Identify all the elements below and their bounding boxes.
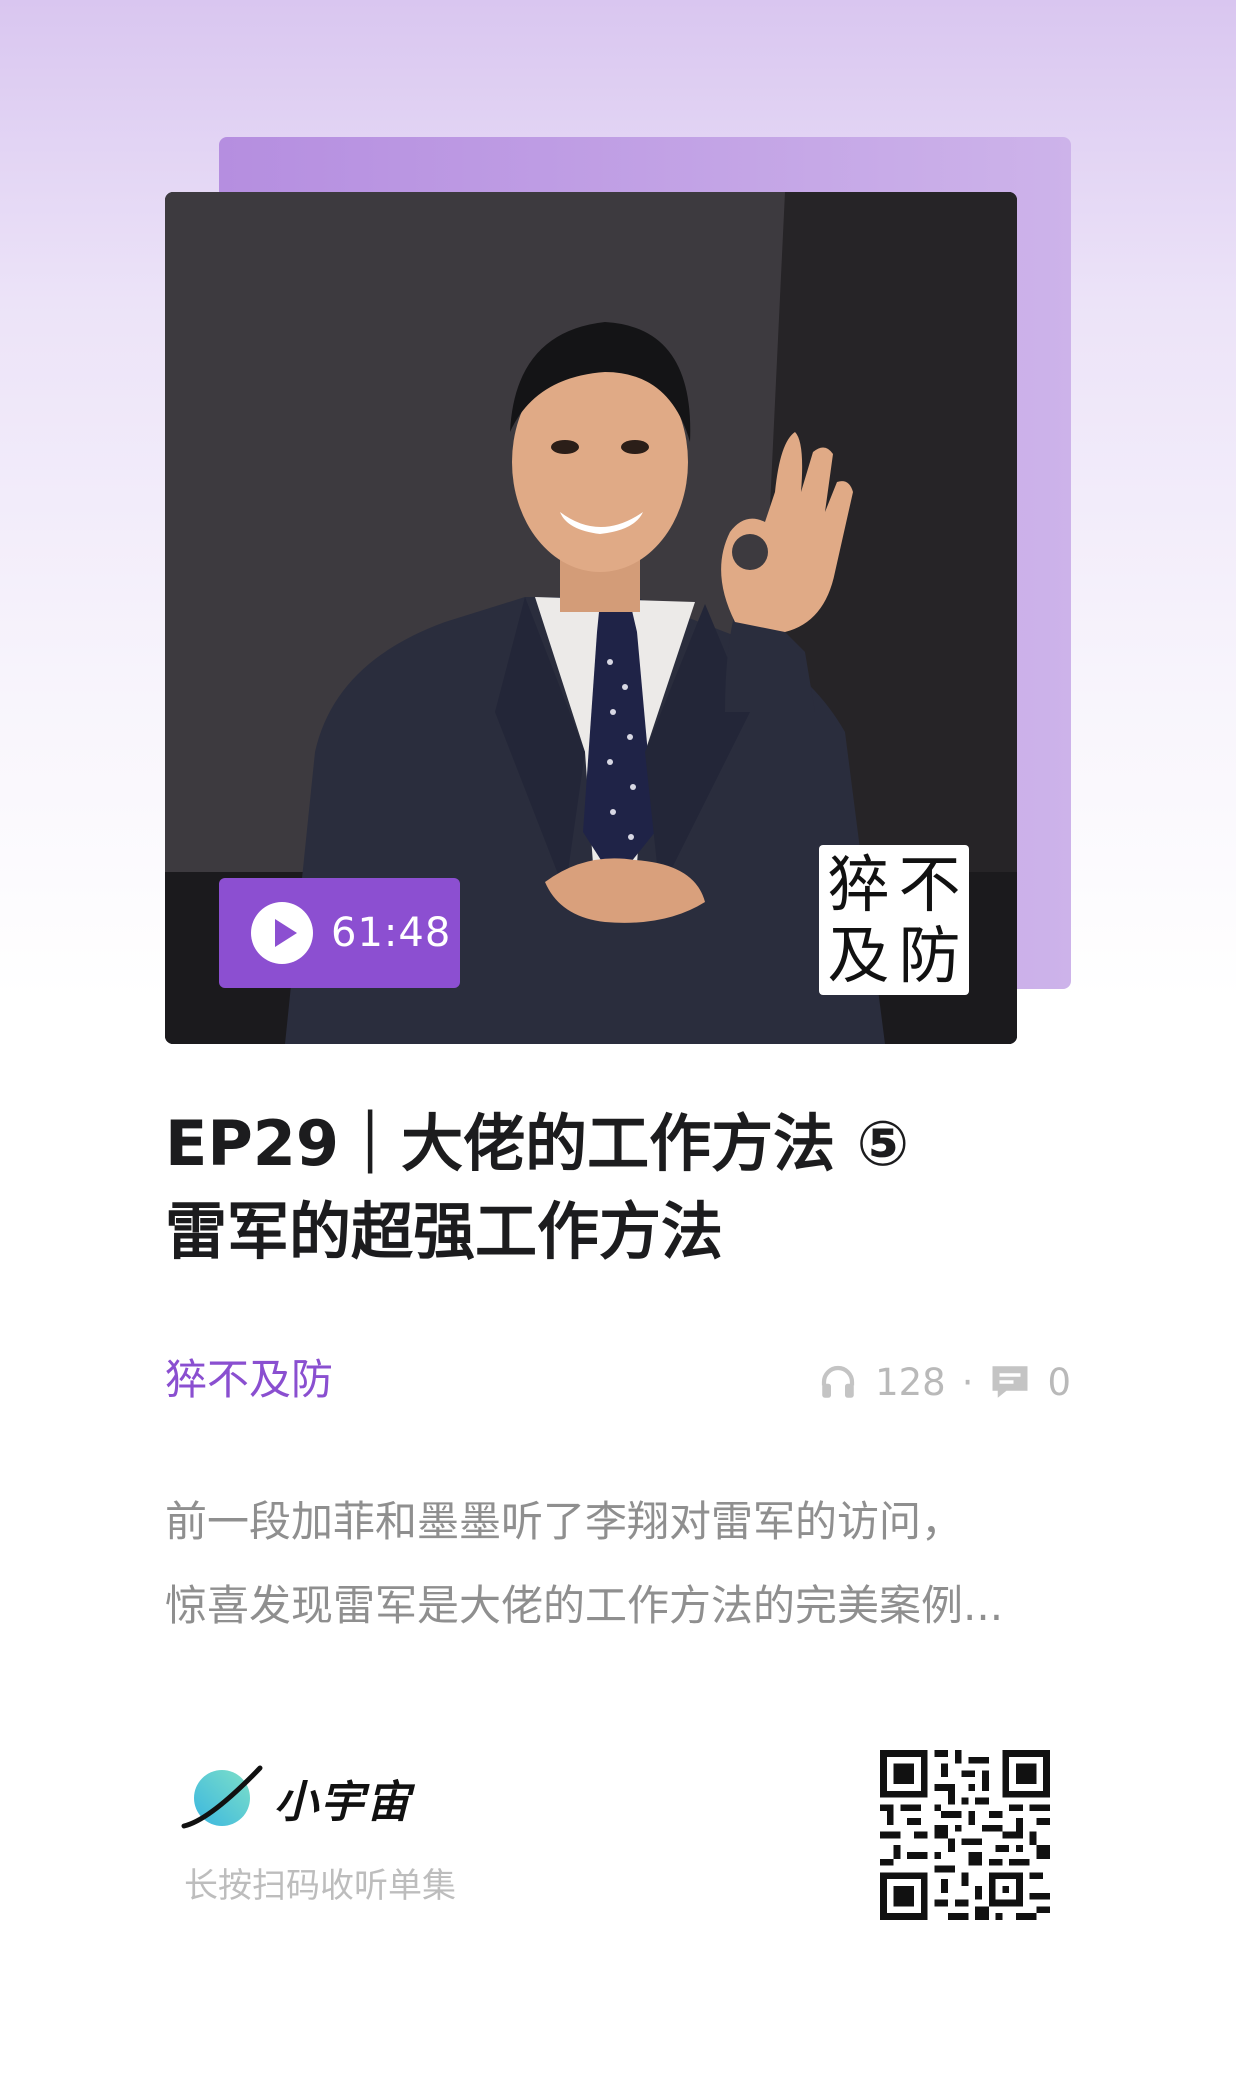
qr-code[interactable] (880, 1750, 1050, 1920)
scan-hint-text: 长按扫码收听单集 (184, 1866, 456, 1906)
stamp-char: 防 (898, 918, 961, 992)
planet-logo-icon (181, 1765, 263, 1829)
headphones-icon (821, 1365, 855, 1398)
episode-title-line: 雷军的超强工作方法 (165, 1195, 724, 1268)
play-icon[interactable] (251, 902, 313, 964)
episode-title-line: EP29｜大佬的工作方法 ⑤ (165, 1107, 910, 1180)
listen-count: 128 (875, 1360, 946, 1404)
episode-cover[interactable]: 61:48 猝 不 及 防 (165, 192, 1017, 1044)
description-line: 惊喜发现雷军是大佬的工作方法的完美案例... (165, 1581, 1004, 1630)
episode-stats: 128 · 0 (817, 1354, 1071, 1410)
stats-separator: · (961, 1360, 974, 1404)
brand-name: 小宇宙 (274, 1777, 412, 1828)
podcast-name-link[interactable]: 猝不及防 (165, 1352, 333, 1408)
comment-count: 0 (1047, 1360, 1071, 1404)
stamp-char: 不 (898, 847, 961, 921)
stamp-char: 猝 (827, 847, 890, 921)
episode-duration: 61:48 (331, 910, 452, 956)
description-line: 前一段加菲和墨墨听了李翔对雷军的访问， (165, 1497, 964, 1546)
play-duration-button[interactable]: 61:48 (219, 878, 460, 988)
episode-title: EP29｜大佬的工作方法 ⑤ 雷军的超强工作方法 (165, 1100, 1085, 1276)
comment-bubble-icon (992, 1366, 1028, 1398)
podcast-stamp-logo: 猝 不 及 防 (819, 845, 969, 995)
brand-block: 小宇宙 (180, 1760, 412, 1836)
stamp-char: 及 (827, 918, 890, 992)
episode-description: 前一段加菲和墨墨听了李翔对雷军的访问， 惊喜发现雷军是大佬的工作方法的完美案例.… (165, 1480, 1085, 1648)
